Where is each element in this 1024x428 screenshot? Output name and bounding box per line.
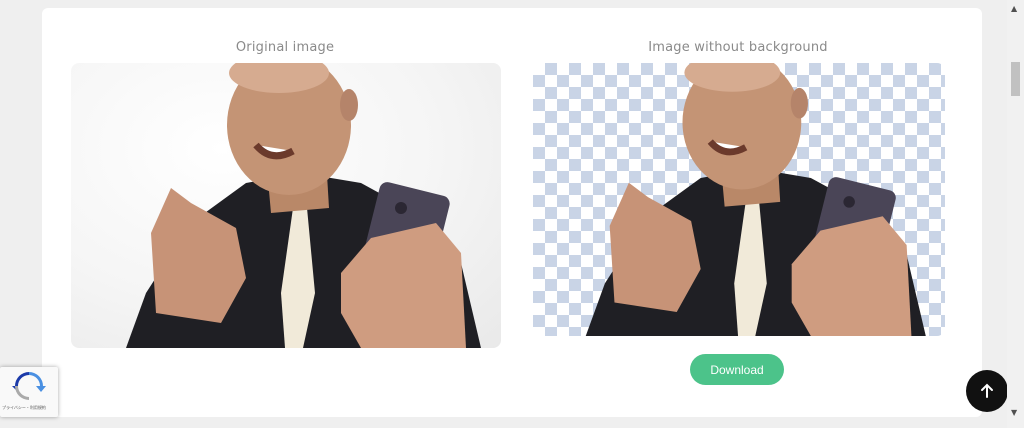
scroll-up-icon[interactable]: ▲ (1011, 4, 1017, 14)
recaptcha-logo-icon (12, 372, 46, 400)
download-button[interactable]: Download (690, 354, 784, 385)
original-image (71, 63, 501, 348)
page-scrollbar[interactable]: ▲ ▼ (1007, 0, 1024, 428)
result-image (533, 63, 945, 336)
scrollbar-thumb[interactable] (1011, 62, 1020, 96)
back-to-top-button[interactable] (966, 370, 1008, 412)
result-image-caption: Image without background (648, 40, 828, 55)
recaptcha-privacy-terms[interactable]: プライバシー・利用規約 (2, 405, 46, 411)
person-photo (126, 63, 481, 348)
recaptcha-badge[interactable]: プライバシー・利用規約 (0, 367, 58, 417)
original-image-caption: Original image (235, 40, 335, 55)
arrow-up-icon (981, 383, 993, 398)
scroll-down-icon[interactable]: ▼ (1011, 408, 1017, 418)
person-cutout (585, 63, 926, 336)
